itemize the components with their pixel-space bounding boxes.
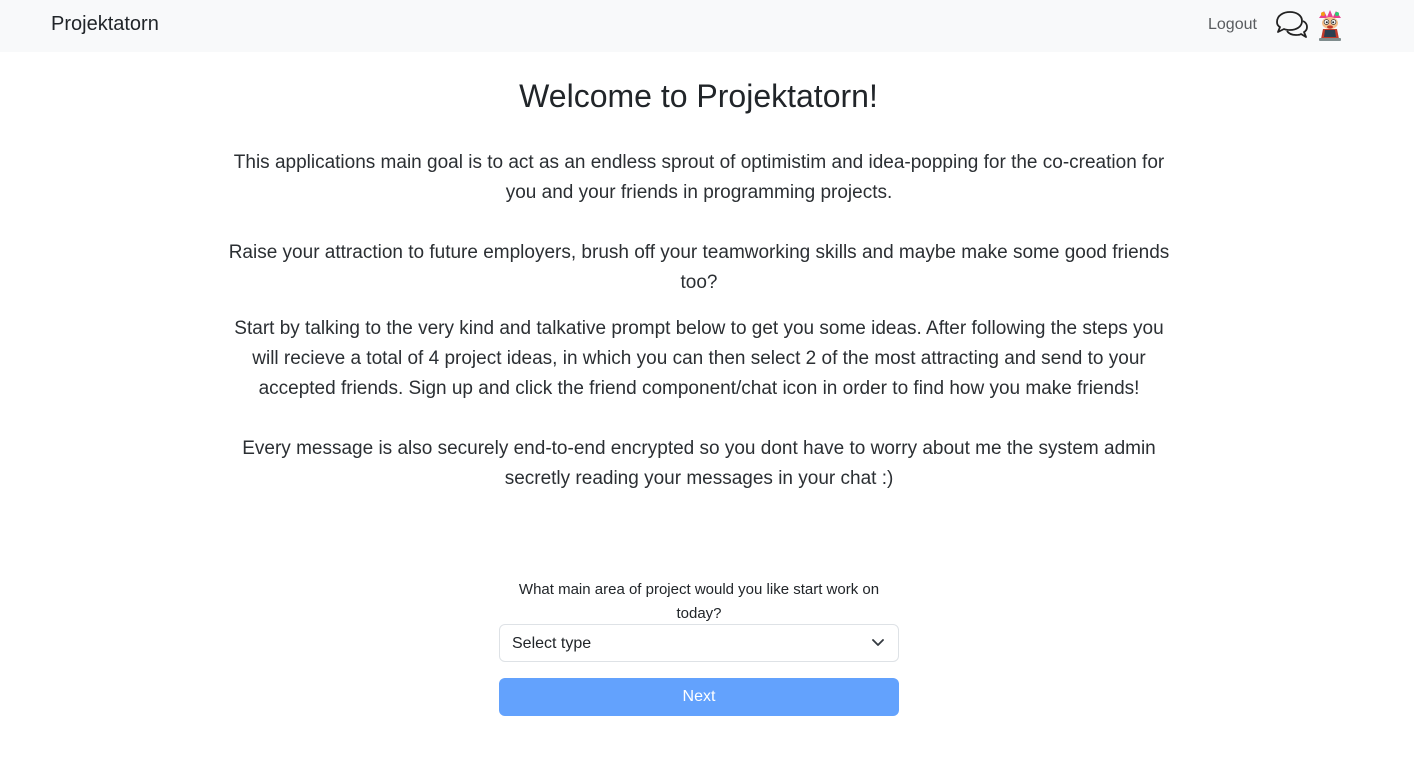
chevron-down-icon	[872, 639, 884, 646]
intro-paragraph: Every message is also securely end-to-en…	[242, 438, 1156, 489]
intro-paragraph: Raise your attraction to future employer…	[228, 242, 1170, 293]
cartoon-avatar-icon[interactable]	[1314, 8, 1346, 42]
brand-link[interactable]: Projektatorn	[51, 13, 159, 36]
top-navbar: Projektatorn Logout	[0, 0, 1414, 52]
select-value: Select type	[512, 635, 592, 652]
project-area-question: What main area of project would you like…	[518, 581, 880, 622]
project-type-select[interactable]: Select type	[499, 624, 899, 662]
chat-bubbles-icon[interactable]	[1273, 10, 1309, 40]
page-title: Welcome to Projektatorn!	[519, 78, 878, 114]
intro-paragraph: Start by talking to the very kind and ta…	[234, 318, 1164, 399]
logout-link[interactable]: Logout	[1208, 16, 1257, 34]
intro-paragraph: This applications main goal is to act as…	[233, 152, 1165, 203]
next-button[interactable]: Next	[499, 678, 899, 716]
